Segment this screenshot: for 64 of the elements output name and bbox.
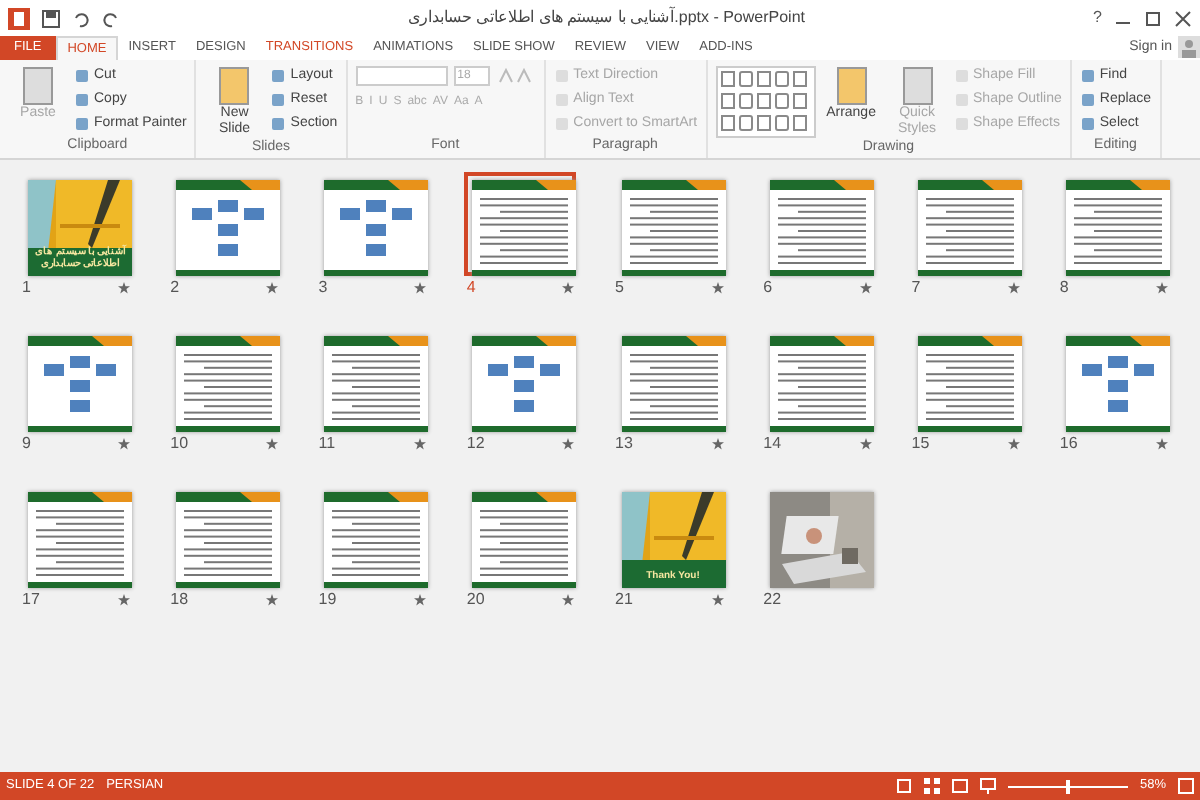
- slide-drawing: [472, 336, 577, 432]
- zoom-slider[interactable]: [1007, 778, 1128, 794]
- slide-drawing: [621, 336, 725, 432]
- zoom-thumb[interactable]: [1065, 779, 1070, 793]
- slide-number: 22: [763, 588, 782, 612]
- slide-drawing: [472, 180, 577, 276]
- slide-drawing: [28, 492, 132, 588]
- close-icon[interactable]: [1174, 9, 1192, 27]
- document-icon: [216, 66, 253, 106]
- shapes-gallery[interactable]: [715, 66, 816, 138]
- slide-drawing: [1065, 180, 1170, 276]
- slide-number: 8: [1059, 276, 1069, 300]
- slide-drawing: [769, 180, 874, 276]
- fit-icon[interactable]: [1178, 778, 1194, 794]
- slide-drawing: [176, 336, 281, 432]
- document-icon: [899, 66, 936, 106]
- slide-number: 1: [22, 276, 31, 300]
- slide-drawing: [769, 336, 874, 432]
- redo-icon[interactable]: [102, 9, 120, 27]
- slide-number: 11: [318, 432, 336, 456]
- slide-drawing: [1065, 336, 1170, 432]
- grid-view-icon[interactable]: [923, 778, 940, 794]
- slide-number: 13: [615, 432, 633, 456]
- slide-number: 14: [763, 432, 782, 456]
- maximize-icon[interactable]: [1144, 9, 1162, 27]
- slide-number: 7: [911, 276, 921, 300]
- slide-drawing: [917, 336, 1022, 432]
- slide-drawing: [621, 180, 725, 276]
- app-logo-icon: [8, 7, 30, 29]
- notes-icon[interactable]: [895, 778, 912, 794]
- document-icon: [833, 66, 870, 106]
- document-icon: [20, 66, 56, 106]
- slide-number: 19: [318, 588, 337, 612]
- slide-drawing: [324, 336, 429, 432]
- undo-icon[interactable]: [72, 9, 90, 27]
- reading-view-icon[interactable]: [951, 778, 968, 794]
- slide-number: 10: [170, 432, 189, 456]
- slide-number: 18: [170, 588, 189, 612]
- slide-number: 16: [1059, 432, 1078, 456]
- slide-number: 6: [763, 276, 773, 300]
- slide-thumbnail[interactable]: [464, 172, 577, 276]
- slide-number: 3: [318, 276, 328, 300]
- slide-number: 20: [466, 588, 485, 612]
- font-size-icon: [495, 68, 536, 84]
- slide-number: 2: [170, 276, 180, 300]
- window-title: آشنایی با سیستم های اطلاعاتی حسابداری.pptx - PowerPoint: [406, 6, 808, 30]
- slide-number: 15: [911, 432, 930, 456]
- slide-drawing: [28, 336, 132, 432]
- font-name-field[interactable]: [355, 66, 448, 86]
- slide-drawing: [917, 180, 1022, 276]
- slide-number: 5: [615, 276, 624, 300]
- slide-drawing: [472, 492, 577, 588]
- slide-number: 21: [615, 588, 633, 612]
- slide-number: 4: [466, 276, 476, 300]
- help-button[interactable]: ?: [1093, 6, 1102, 30]
- slide-number: 9: [22, 432, 31, 456]
- slide-drawing: [176, 180, 281, 276]
- save-icon[interactable]: [42, 9, 60, 27]
- slide-drawing: [176, 492, 281, 588]
- slide-number: 17: [22, 588, 40, 612]
- slide-drawing: [324, 180, 429, 276]
- slide-drawing: [324, 492, 429, 588]
- slide-number: 12: [466, 432, 485, 456]
- slideshow-icon[interactable]: [979, 778, 996, 794]
